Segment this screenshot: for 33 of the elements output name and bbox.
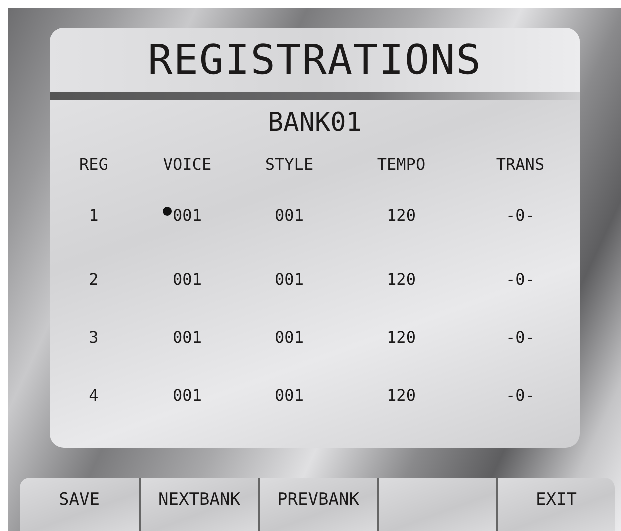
table-cell: 120 [387,206,416,224]
table-cell: 001 [173,386,202,404]
table-cell: 120 [387,386,416,404]
table-cell: -0- [506,328,535,346]
table-cell: 120 [387,270,416,288]
table-cell: 001 [275,206,304,224]
blank-soft-key[interactable] [377,478,496,531]
column-header: TRANS [496,154,545,174]
column-header: VOICE [163,154,212,174]
table-cell: -0- [506,386,535,404]
soft-key-button[interactable]: NEXTBANK [139,478,258,531]
table-cell: 001 [275,328,304,346]
column-header: STYLE [265,154,314,174]
table-cell: 001 [275,270,304,288]
table-cell[interactable]: 4 [89,386,99,404]
table-cell: 001 [275,386,304,404]
bank-name: BANK01 [268,110,362,136]
table-cell: 120 [387,328,416,346]
table-cell: 001 [173,206,202,224]
soft-key-button[interactable]: SAVE [20,478,139,531]
screen-title: REGISTRATIONS [148,40,482,80]
column-header: REG [80,154,108,174]
table-cell: 001 [173,328,202,346]
table-cell: -0- [506,270,535,288]
table-cell: -0- [506,206,535,224]
table-cell: 001 [173,270,202,288]
table-cell[interactable]: 2 [89,270,99,288]
table-cell[interactable]: 1 [89,206,99,224]
selection-dot-icon [163,206,172,216]
soft-key-button[interactable]: EXIT [496,478,615,531]
column-header: TEMPO [377,154,426,174]
table-cell[interactable]: 3 [89,328,99,346]
soft-key-button[interactable]: PREVBANK [258,478,377,531]
